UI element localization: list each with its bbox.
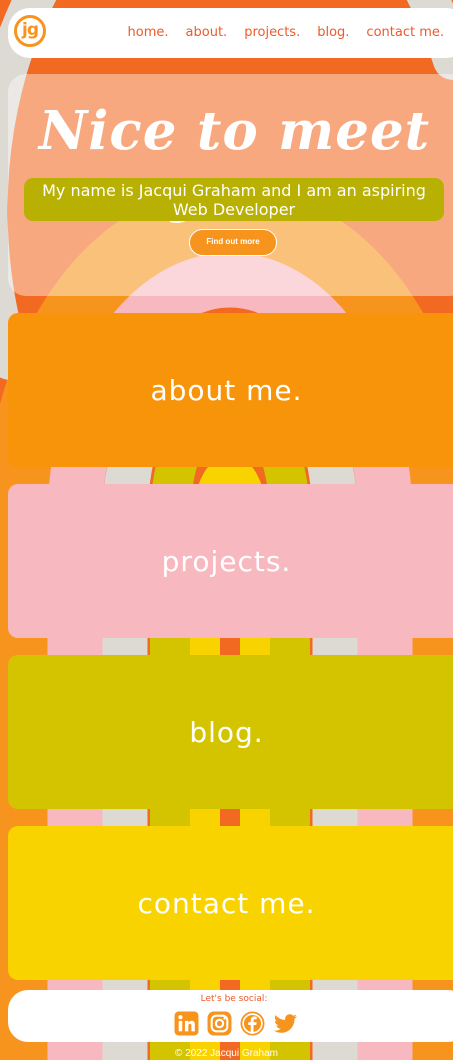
nav-link-contact[interactable]: contact me.: [366, 25, 444, 40]
about-card[interactable]: about me.: [8, 313, 453, 467]
instagram-icon[interactable]: [207, 1011, 232, 1036]
nav-link-home[interactable]: home.: [128, 25, 169, 40]
footer: Let's be social:: [8, 990, 453, 1042]
find-out-more-button[interactable]: Find out more: [189, 229, 277, 256]
nav-link-about[interactable]: about.: [186, 25, 228, 40]
linkedin-icon[interactable]: [174, 1011, 199, 1036]
twitter-icon[interactable]: [273, 1011, 298, 1036]
hero-panel: Nice to meet you. My name is Jacqui Grah…: [8, 74, 453, 296]
projects-card-label: projects.: [161, 544, 292, 578]
blog-card[interactable]: blog.: [8, 655, 453, 809]
copyright: © 2022 Jacqui Graham: [175, 1048, 278, 1059]
contact-card-label: contact me.: [137, 886, 316, 920]
logo[interactable]: jg: [14, 15, 46, 47]
nav-links: home. about. projects. blog. contact me.: [128, 25, 444, 40]
nav-link-blog[interactable]: blog.: [317, 25, 349, 40]
social-label: Let's be social:: [200, 994, 268, 1004]
projects-card[interactable]: projects.: [8, 484, 453, 638]
contact-card[interactable]: contact me.: [8, 826, 453, 980]
about-card-label: about me.: [150, 373, 303, 407]
social-icons: [174, 1011, 298, 1036]
blog-card-label: blog.: [189, 715, 264, 749]
facebook-icon[interactable]: [240, 1011, 265, 1036]
nav-link-projects[interactable]: projects.: [244, 25, 300, 40]
hero-subtitle: My name is Jacqui Graham and I am an asp…: [24, 178, 444, 221]
top-navigation: jg home. about. projects. blog. contact …: [8, 8, 453, 58]
